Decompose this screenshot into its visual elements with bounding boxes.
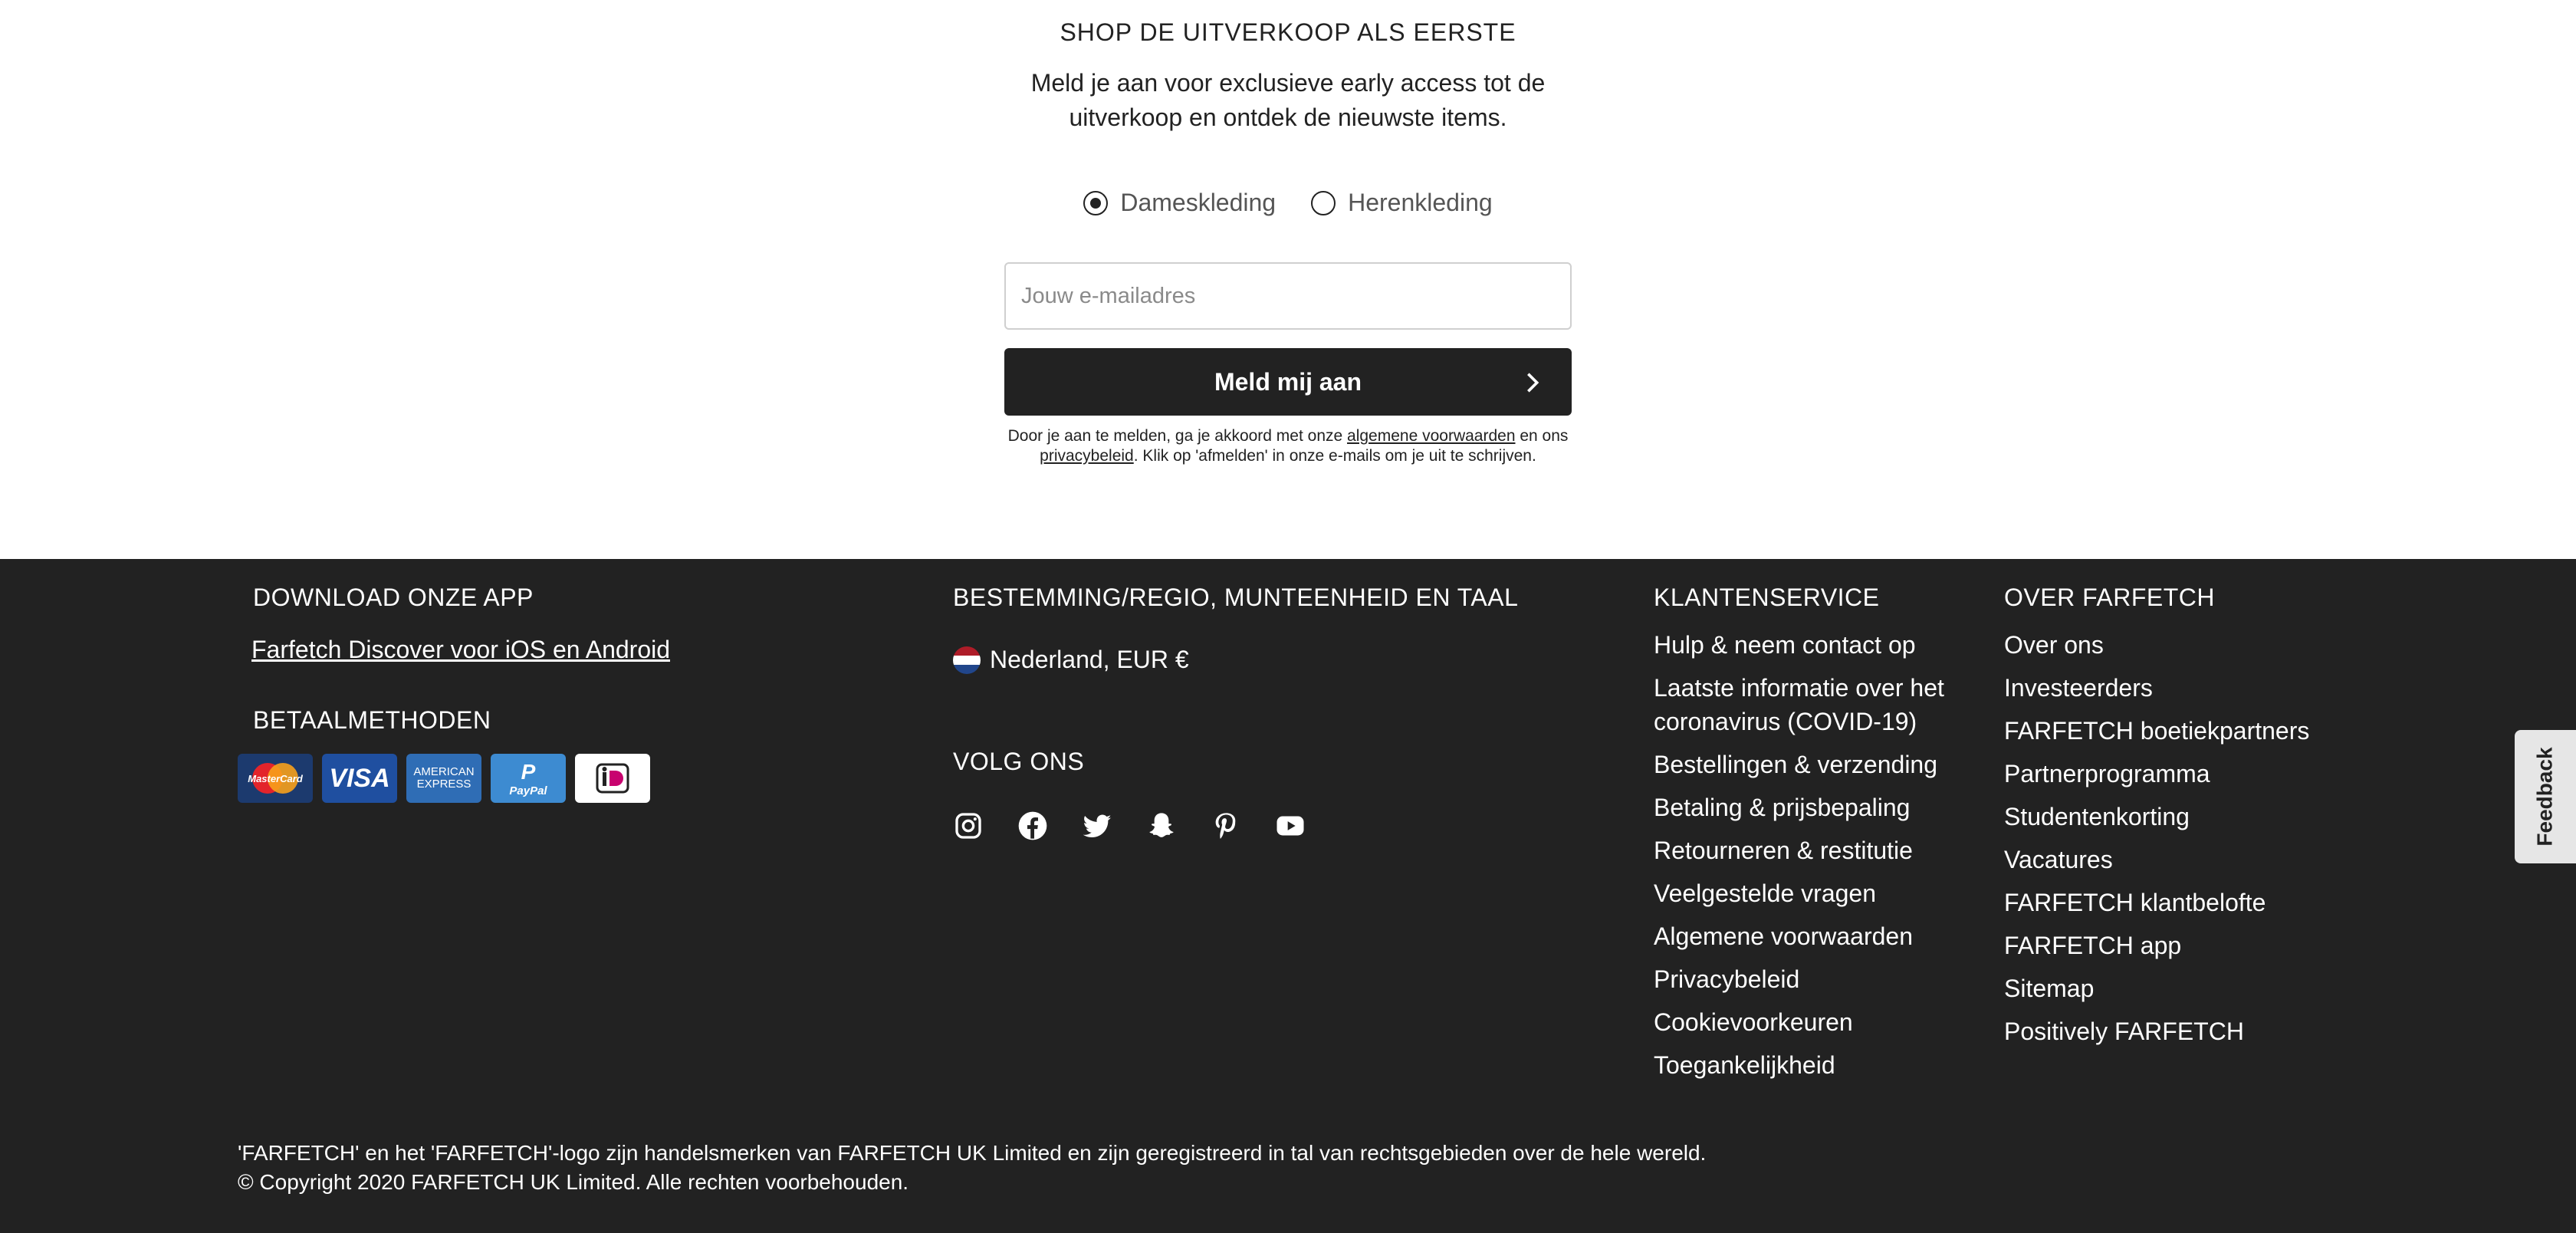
footer-legal: 'FARFETCH' en het 'FARFETCH'-logo zijn h…: [238, 1139, 1706, 1197]
newsletter-title: SHOP DE UITVERKOOP ALS EERSTE: [1060, 18, 1516, 46]
region-selector[interactable]: Nederland, EUR €: [953, 646, 1189, 674]
region-heading: BESTEMMING/REGIO, MUNTEENHEID EN TAAL: [953, 584, 1519, 611]
visa-icon: VISA: [322, 754, 397, 803]
radio-womenswear-label: Dameskleding: [1120, 189, 1276, 216]
radio-menswear-label: Herenkleding: [1348, 189, 1493, 216]
service-heading: KLANTENSERVICE: [1654, 584, 1880, 611]
follow-heading: VOLG ONS: [953, 748, 1085, 775]
about-link[interactable]: Sitemap: [2004, 972, 2372, 1005]
app-download-link[interactable]: Farfetch Discover voor iOS en Android: [251, 636, 670, 664]
service-link[interactable]: Hulp & neem contact op: [1654, 628, 1983, 662]
radio-selected-icon[interactable]: [1083, 190, 1109, 215]
about-heading: OVER FARFETCH: [2004, 584, 2215, 611]
feedback-label: Feedback: [2533, 747, 2558, 847]
about-link[interactable]: Studentenkorting: [2004, 800, 2372, 834]
payment-methods: MasterCard VISA AMERICAN EXPRESS P PayPal: [238, 754, 650, 803]
app-heading: DOWNLOAD ONZE APP: [253, 584, 534, 611]
legal-text: . Klik op 'afmelden' in onze e-mails om …: [1133, 447, 1536, 465]
service-link[interactable]: Bestellingen & verzending: [1654, 748, 1983, 781]
payment-heading: BETAALMETHODEN: [253, 706, 491, 734]
service-link[interactable]: Laatste informatie over het coronavirus …: [1654, 671, 1983, 738]
about-link[interactable]: Partnerprogramma: [2004, 757, 2372, 791]
terms-link[interactable]: algemene voorwaarden: [1347, 427, 1515, 445]
about-link[interactable]: FARFETCH klantbelofte: [2004, 886, 2372, 919]
facebook-icon[interactable]: [1017, 810, 1048, 841]
legal-text: Door je aan te melden, ga je akkoord met…: [1007, 427, 1348, 445]
service-link[interactable]: Betaling & prijsbepaling: [1654, 791, 1983, 824]
netherlands-flag-icon: [953, 646, 981, 674]
copyright-text: © Copyright 2020 FARFETCH UK Limited. Al…: [238, 1170, 909, 1194]
privacy-link[interactable]: privacybeleid: [1040, 447, 1134, 465]
signup-button[interactable]: Meld mij aan: [1004, 348, 1572, 416]
radio-unselected-icon[interactable]: [1311, 190, 1336, 215]
trademark-text: 'FARFETCH' en het 'FARFETCH'-logo zijn h…: [238, 1141, 1707, 1165]
amex-icon: AMERICAN EXPRESS: [406, 754, 481, 803]
service-link[interactable]: Retourneren & restitutie: [1654, 834, 1983, 867]
mastercard-icon: MasterCard: [238, 754, 313, 803]
service-link[interactable]: Cookievoorkeuren: [1654, 1005, 1983, 1039]
feedback-tab[interactable]: Feedback: [2515, 730, 2576, 863]
service-link[interactable]: Algemene voorwaarden: [1654, 919, 1983, 953]
radio-menswear[interactable]: Herenkleding: [1311, 189, 1493, 217]
about-link[interactable]: Investeerders: [2004, 671, 2372, 705]
newsletter-subtitle: Meld je aan voor exclusieve early access…: [1030, 69, 1546, 131]
pinterest-icon[interactable]: [1211, 810, 1241, 841]
about-link[interactable]: Vacatures: [2004, 843, 2372, 876]
legal-text: en ons: [1515, 427, 1569, 445]
service-link[interactable]: Privacybeleid: [1654, 962, 1983, 996]
service-link[interactable]: Veelgestelde vragen: [1654, 876, 1983, 910]
site-footer: DOWNLOAD ONZE APP Farfetch Discover voor…: [0, 559, 2576, 1233]
gender-radio-group: Dameskleding Herenkleding: [0, 189, 2576, 217]
youtube-icon[interactable]: [1275, 810, 1306, 841]
region-value: Nederland, EUR €: [990, 646, 1189, 673]
service-links: Hulp & neem contact op Laatste informati…: [1654, 628, 1983, 1091]
signup-button-label: Meld mij aan: [1214, 367, 1362, 396]
paypal-icon: P PayPal: [491, 754, 566, 803]
about-link[interactable]: FARFETCH boetiekpartners: [2004, 714, 2372, 748]
email-field[interactable]: [1004, 262, 1572, 330]
social-links: [953, 810, 1306, 841]
svg-text:MasterCard: MasterCard: [248, 773, 304, 784]
snapchat-icon[interactable]: [1146, 810, 1177, 841]
newsletter-section: SHOP DE UITVERKOOP ALS EERSTE Meld je aa…: [0, 0, 2576, 559]
about-link[interactable]: FARFETCH app: [2004, 929, 2372, 962]
radio-womenswear[interactable]: Dameskleding: [1083, 189, 1276, 217]
about-links: Over ons Investeerders FARFETCH boetiekp…: [2004, 628, 2372, 1057]
twitter-icon[interactable]: [1082, 810, 1112, 841]
about-link[interactable]: Over ons: [2004, 628, 2372, 662]
legal-notice: Door je aan te melden, ga je akkoord met…: [1004, 426, 1572, 466]
chevron-right-icon: [1527, 373, 1539, 393]
about-link[interactable]: Positively FARFETCH: [2004, 1014, 2372, 1048]
ideal-icon: [575, 754, 650, 803]
service-link[interactable]: Toegankelijkheid: [1654, 1048, 1983, 1082]
instagram-icon[interactable]: [953, 810, 984, 841]
